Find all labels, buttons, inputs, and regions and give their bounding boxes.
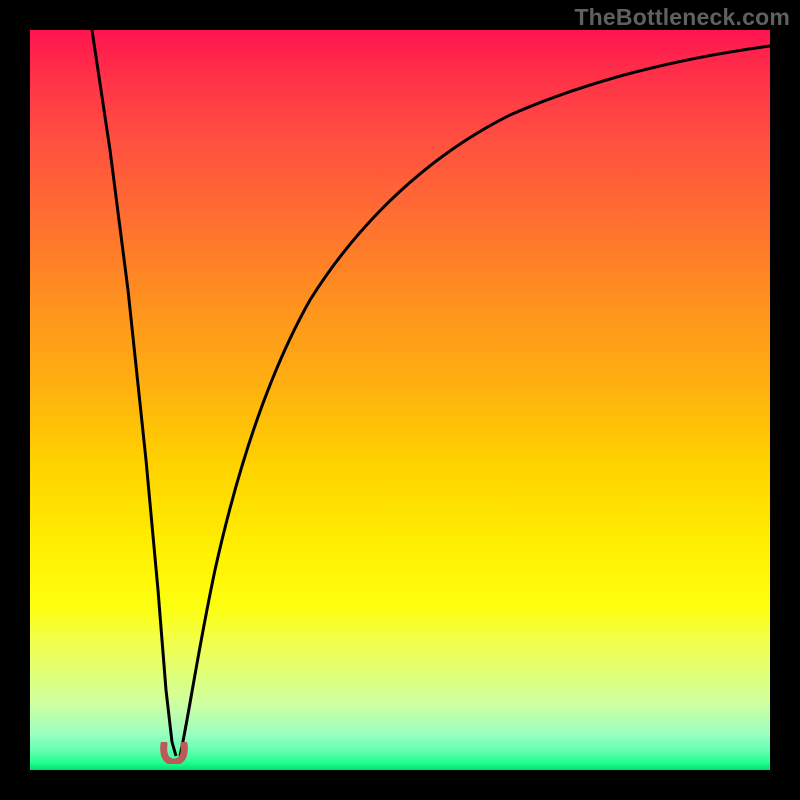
outer-frame: TheBottleneck.com <box>0 0 800 800</box>
chart-area <box>30 30 770 770</box>
bottleneck-curve <box>30 30 770 770</box>
watermark-text: TheBottleneck.com <box>574 4 790 31</box>
minimum-marker-icon <box>160 742 188 764</box>
